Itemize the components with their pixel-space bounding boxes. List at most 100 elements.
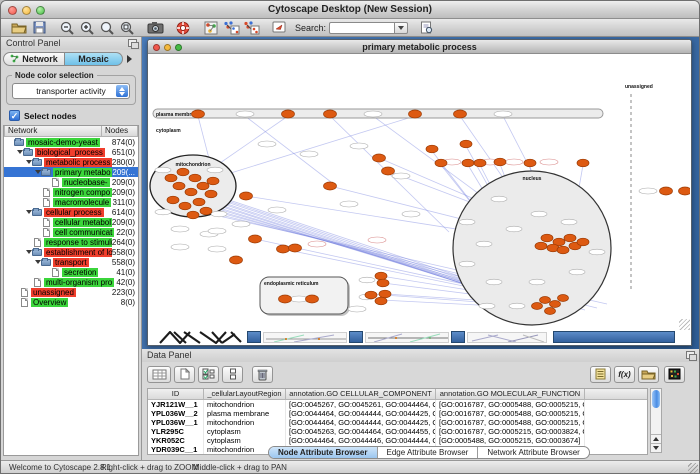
zoom-out-button[interactable] xyxy=(57,20,77,36)
open-session-button[interactable] xyxy=(9,20,29,36)
minimized-window-icon[interactable] xyxy=(349,331,363,343)
vizmapper-button[interactable] xyxy=(201,20,221,36)
window-resize-grip[interactable] xyxy=(679,319,690,330)
search-label: Search: xyxy=(295,23,326,33)
tree-row[interactable]: Overview8(0) xyxy=(4,297,138,307)
scroll-up-icon[interactable] xyxy=(651,434,661,443)
zoom-fit-button[interactable] xyxy=(97,20,117,36)
column-header[interactable]: annotation.GO MOLECULAR_FUNCTION xyxy=(436,389,585,400)
minimized-window-icon[interactable] xyxy=(247,331,261,343)
snapshot-button[interactable] xyxy=(145,20,165,36)
tree-row-selected[interactable]: primary metabo209(... xyxy=(4,167,138,177)
layout-settings-button[interactable] xyxy=(241,20,261,36)
control-panel-title: Control Panel xyxy=(1,37,141,50)
layout-apply-button[interactable] xyxy=(221,20,241,36)
search-dropdown[interactable] xyxy=(395,22,408,34)
select-nodes-checkbox[interactable]: ✓ xyxy=(9,110,20,121)
select-attributes-button[interactable] xyxy=(147,366,171,383)
document-icon xyxy=(21,298,28,307)
float-panel-icon[interactable] xyxy=(128,39,137,47)
expand-arrow-icon[interactable] xyxy=(25,160,32,164)
tree-label: biological_process xyxy=(35,148,105,157)
tab-edge-attribute-browser[interactable]: Edge Attribute Browser xyxy=(378,447,479,458)
tree-header-nodes[interactable]: Nodes xyxy=(102,126,138,137)
attribute-matrix-button[interactable] xyxy=(664,366,685,383)
help-button[interactable] xyxy=(173,20,193,36)
scroll-down-icon[interactable] xyxy=(651,443,661,452)
column-header[interactable]: _cellularLayoutRegion xyxy=(204,389,286,400)
expand-arrow-icon[interactable] xyxy=(34,170,41,174)
tree-row[interactable]: cell communicat22(0) xyxy=(4,227,138,237)
expand-arrow-icon[interactable] xyxy=(34,260,41,264)
table-row[interactable]: YPL036W__2plasma membrane[GO:0044464, GO… xyxy=(148,409,647,418)
import-attributes-button[interactable] xyxy=(638,366,659,383)
attribute-batch-button[interactable] xyxy=(590,366,611,383)
zoom-window-icon[interactable] xyxy=(175,44,182,51)
zoom-in-button[interactable] xyxy=(77,20,97,36)
scrollbar-thumb[interactable] xyxy=(652,390,660,408)
minimized-window-titlebar[interactable] xyxy=(553,331,675,343)
close-icon[interactable] xyxy=(153,44,160,51)
minimized-window-preview[interactable] xyxy=(263,332,347,343)
network-window-titlebar[interactable]: primary metabolic process xyxy=(148,40,691,54)
expand-arrow-icon[interactable] xyxy=(25,250,32,254)
zoom-window-icon[interactable] xyxy=(36,6,45,15)
table-scrollbar[interactable] xyxy=(650,388,662,453)
expand-arrow-icon[interactable] xyxy=(16,150,23,154)
tab-node-attribute-browser[interactable]: Node Attribute Browser xyxy=(269,447,378,458)
tree-count: 614(0) xyxy=(112,208,138,217)
minimize-icon[interactable] xyxy=(164,44,171,51)
expand-arrow-icon[interactable] xyxy=(25,210,32,214)
formula-button[interactable]: f(x) xyxy=(614,366,635,383)
tab-network-attribute-browser[interactable]: Network Attribute Browser xyxy=(478,447,588,458)
tree-row[interactable]: unassigned223(0) xyxy=(4,287,138,297)
tree-row[interactable]: response to stimulu264(0) xyxy=(4,237,138,247)
column-header[interactable]: ID xyxy=(148,389,204,400)
tree-row[interactable]: macromolecule311(0) xyxy=(4,197,138,207)
table-row[interactable]: YKR052Ccytoplasm[GO:0044464, GO:0044446,… xyxy=(148,436,647,445)
save-session-button[interactable] xyxy=(29,20,49,36)
minimize-icon[interactable] xyxy=(22,6,31,15)
document-icon xyxy=(52,268,59,277)
zoom-fit-icon xyxy=(100,21,115,35)
table-row[interactable]: YLR295Ccytoplasm[GO:0045263, GO:0044464,… xyxy=(148,427,647,436)
minimized-window-preview[interactable] xyxy=(467,332,547,343)
trash-icon xyxy=(257,368,268,381)
delete-attribute-button[interactable] xyxy=(252,366,273,383)
unselect-all-attributes-button[interactable] xyxy=(222,366,243,383)
tree-row[interactable]: establishment of lo558(0) xyxy=(4,247,138,257)
tree-row[interactable]: multi-organism pro42(0) xyxy=(4,277,138,287)
minimized-window-icon[interactable] xyxy=(451,331,465,343)
tab-overflow-button[interactable] xyxy=(123,52,135,66)
tree-row[interactable]: transport558(0) xyxy=(4,257,138,267)
minimized-window-preview[interactable] xyxy=(365,332,449,343)
search-options-button[interactable] xyxy=(416,20,436,36)
window-titlebar[interactable]: Cytoscape Desktop (New Session) xyxy=(1,1,699,19)
network-canvas[interactable]: nucleus mitochondrion plasma membrane cy… xyxy=(149,54,690,330)
resize-grip[interactable] xyxy=(688,463,698,473)
tab-mosaic[interactable]: Mosaic xyxy=(65,52,123,66)
table-row[interactable]: YJR121W__1mitochondrion[GO:0045267, GO:0… xyxy=(148,400,647,409)
tree-header-network[interactable]: Network xyxy=(4,126,102,137)
tree-label: macromolecule xyxy=(53,198,111,207)
new-attribute-button[interactable] xyxy=(174,366,195,383)
select-all-attributes-button[interactable] xyxy=(198,366,219,383)
tree-row[interactable]: cellular process614(0) xyxy=(4,207,138,217)
float-panel-icon[interactable] xyxy=(686,351,695,359)
tree-row[interactable]: mosaic-demo-yeast874(0) xyxy=(4,137,138,147)
tree-row[interactable]: secretion41(0) xyxy=(4,267,138,277)
app-window: Cytoscape Desktop (New Session) Search: … xyxy=(0,0,700,474)
table-row[interactable]: YPL036W__1mitochondrion[GO:0044464, GO:0… xyxy=(148,418,647,427)
tree-row[interactable]: biological_process651(0) xyxy=(4,147,138,157)
tree-row[interactable]: nitrogen compo209(0) xyxy=(4,187,138,197)
node-color-select[interactable]: transporter activity xyxy=(12,83,130,99)
search-input[interactable] xyxy=(329,22,395,34)
tree-row[interactable]: cellular metabol209(0) xyxy=(4,217,138,227)
column-header[interactable]: annotation.GO CELLULAR_COMPONENT xyxy=(286,389,436,400)
tab-network[interactable]: Network xyxy=(3,52,65,66)
tree-row[interactable]: metabolic process280(0) xyxy=(4,157,138,167)
zoom-selected-button[interactable] xyxy=(117,20,137,36)
close-icon[interactable] xyxy=(8,6,17,15)
tree-row[interactable]: nucleobase-209(0) xyxy=(4,177,138,187)
annotation-button[interactable] xyxy=(269,20,289,36)
